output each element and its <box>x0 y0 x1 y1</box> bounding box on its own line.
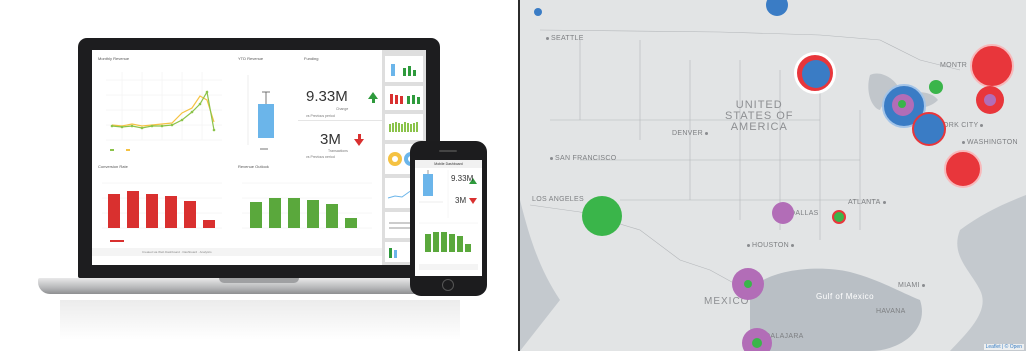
dashboard-footer: Created via Web Dashboard · Dashboard · … <box>92 248 382 256</box>
city-label-miami: MIAMI <box>898 282 927 289</box>
city-label-atlanta: ATLANTA <box>848 199 888 206</box>
city-label-seattle: SEATTLE <box>544 35 584 42</box>
revenue-outlook-title: Revenue Outlook <box>238 164 269 169</box>
ytd-revenue-chart <box>247 75 274 150</box>
monthly-revenue-panel[interactable]: Monthly Revenue <box>92 50 233 159</box>
city-label-dallas: DALLAS <box>790 210 819 217</box>
ytd-revenue-title: YTD Revenue <box>238 56 264 61</box>
map-bubble[interactable] <box>912 112 946 146</box>
laptop-notch <box>219 278 299 283</box>
city-label-montreal: MONTR <box>940 62 968 69</box>
conversion-panel[interactable]: Conversion Rate <box>92 158 233 249</box>
water-label-gulf: Gulf of Mexico <box>816 292 875 301</box>
ytd-revenue-panel[interactable]: YTD Revenue <box>232 50 299 159</box>
split-screenshot: Monthly Revenue YTD Revenue Funding 9.33… <box>0 0 1026 351</box>
laptop-dashboard-screen: Monthly Revenue YTD Revenue Funding 9.33… <box>92 50 426 265</box>
phone-kpi-bottom: 3M <box>455 196 467 205</box>
arrow-down-icon <box>354 134 364 146</box>
city-label-havana: HAVANA <box>876 308 906 315</box>
map-bubble[interactable] <box>772 202 794 224</box>
city-label-san-francisco: SAN FRANCISCO <box>548 155 616 162</box>
kpi-change-label: Change <box>336 107 349 111</box>
phone-dashboard-content <box>419 170 478 270</box>
map-bubble[interactable] <box>744 280 752 288</box>
phone-kpi-top: 9.33M <box>451 174 474 183</box>
map-bubble[interactable] <box>752 338 762 348</box>
monthly-revenue-title: Monthly Revenue <box>98 56 130 61</box>
kpi-change-note: vs Previous period <box>306 114 335 118</box>
kpi-change-value: 9.33M <box>306 88 348 105</box>
country-label-usa: UNITED STATES OF AMERICA <box>725 99 794 133</box>
map-bubble[interactable] <box>944 150 982 188</box>
map-bubble[interactable] <box>534 8 542 16</box>
phone-dashboard-screen: Mobile Dashboard 9.33M 3M <box>415 160 482 276</box>
map-bubble[interactable] <box>898 100 906 108</box>
kpi-transactions-value: 3M <box>320 131 341 148</box>
city-label-washington: WASHINGTON <box>960 139 1018 146</box>
map-bubble[interactable] <box>802 60 830 88</box>
map-attribution-link[interactable]: Leaflet | © Open <box>983 344 1024 350</box>
city-label-houston: HOUSTON <box>745 242 796 249</box>
phone-title: Mobile Dashboard <box>415 160 482 168</box>
conversion-bar-chart <box>102 182 222 242</box>
map-bubble[interactable] <box>929 80 943 94</box>
funding-title: Funding <box>304 56 319 61</box>
monthly-revenue-chart <box>106 72 222 151</box>
phone-home-button <box>442 279 454 291</box>
map-bubble[interactable] <box>582 196 622 236</box>
arrow-up-icon <box>368 92 378 103</box>
revenue-outlook-panel[interactable]: Revenue Outlook <box>232 158 383 249</box>
city-label-los-angeles: LOS ANGELES <box>532 196 584 203</box>
bubble-map[interactable]: UNITED STATES OF AMERICA SEATTLE SAN FRA… <box>520 0 1026 351</box>
thumbnail-3[interactable] <box>385 114 423 140</box>
laptop-reflection <box>60 300 460 340</box>
conversion-title: Conversion Rate <box>98 164 128 169</box>
thumbnail-2[interactable] <box>385 86 423 110</box>
thumbnail-1[interactable] <box>385 56 423 82</box>
kpi-transactions-label: Transactions <box>328 149 348 153</box>
map-bubble[interactable] <box>970 44 1014 88</box>
phone-speaker <box>439 150 457 152</box>
revenue-outlook-bar-chart <box>242 182 372 229</box>
map-bubble[interactable] <box>832 210 846 224</box>
city-label-denver: DENVER <box>672 130 710 137</box>
map-bubble[interactable] <box>984 94 996 106</box>
devices-panel: Monthly Revenue YTD Revenue Funding 9.33… <box>0 0 518 351</box>
